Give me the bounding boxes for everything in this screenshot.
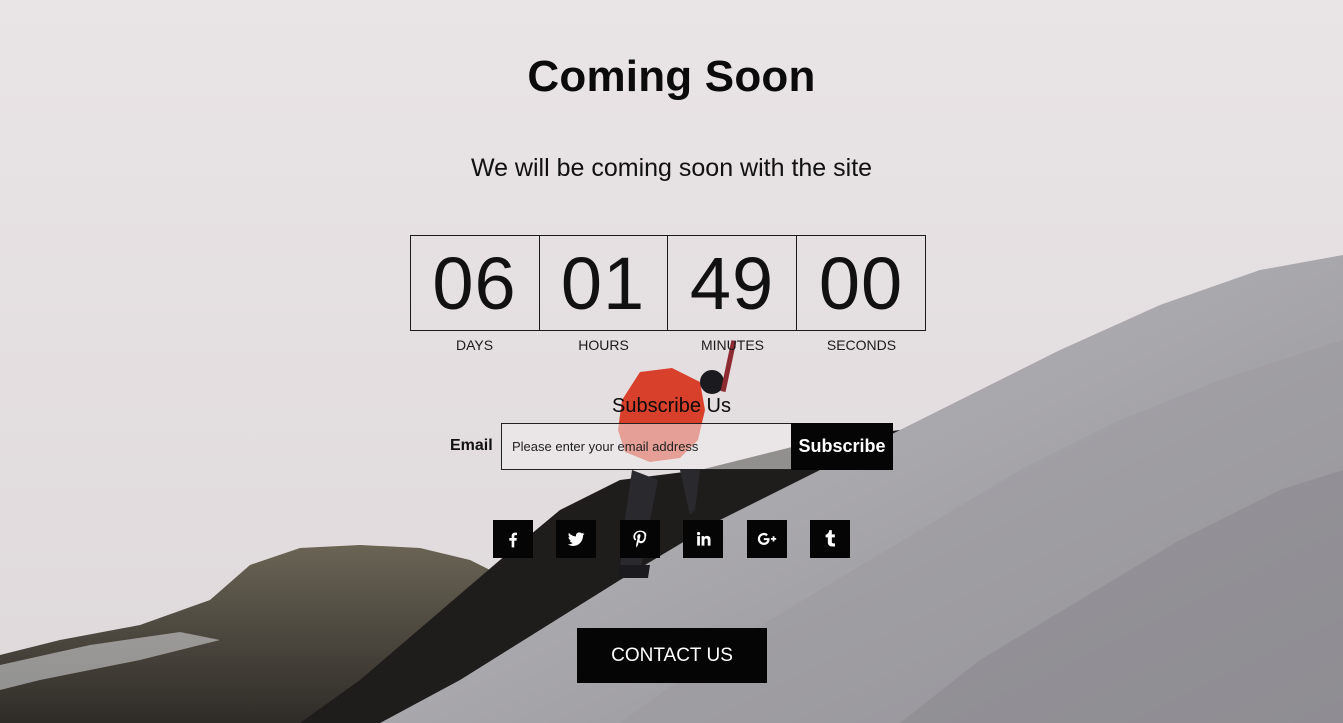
countdown-label: DAYS [455,337,494,353]
twitter-link[interactable] [556,520,596,558]
countdown-label: HOURS [578,337,629,353]
facebook-icon [509,532,517,548]
countdown-minutes: 49 MINUTES [668,235,797,353]
countdown-timer: 06 DAYS 01 HOURS 49 MINUTES 00 SECONDS [409,235,926,353]
countdown-value: 01 [539,235,668,331]
pinterest-icon [633,530,647,548]
page-subtitle: We will be coming soon with the site [470,154,873,182]
countdown-value: 49 [668,235,797,331]
google-plus-link[interactable] [747,520,787,558]
subscribe-heading: Subscribe Us [612,395,731,417]
google-plus-icon [757,532,777,545]
tumblr-icon [825,530,835,547]
linkedin-icon [697,531,711,546]
email-field[interactable] [501,423,792,470]
countdown-seconds: 00 SECONDS [797,235,926,353]
page-title: Coming Soon [527,52,816,101]
coming-soon-page: Coming Soon We will be coming soon with … [0,0,1343,723]
content-layer: Coming Soon We will be coming soon with … [0,0,1343,723]
twitter-icon [567,532,585,546]
email-label: Email [450,437,493,454]
countdown-label: SECONDS [826,337,897,353]
countdown-days: 06 DAYS [409,235,540,353]
tumblr-link[interactable] [810,520,850,558]
contact-us-button[interactable]: CONTACT US [577,628,767,683]
countdown-value: 06 [409,235,540,331]
facebook-link[interactable] [493,520,533,558]
countdown-hours: 01 HOURS [539,235,668,353]
subscribe-button[interactable]: Subscribe [791,423,893,470]
countdown-label: MINUTES [701,337,764,353]
pinterest-link[interactable] [620,520,660,558]
linkedin-link[interactable] [683,520,723,558]
countdown-value: 00 [797,235,926,331]
